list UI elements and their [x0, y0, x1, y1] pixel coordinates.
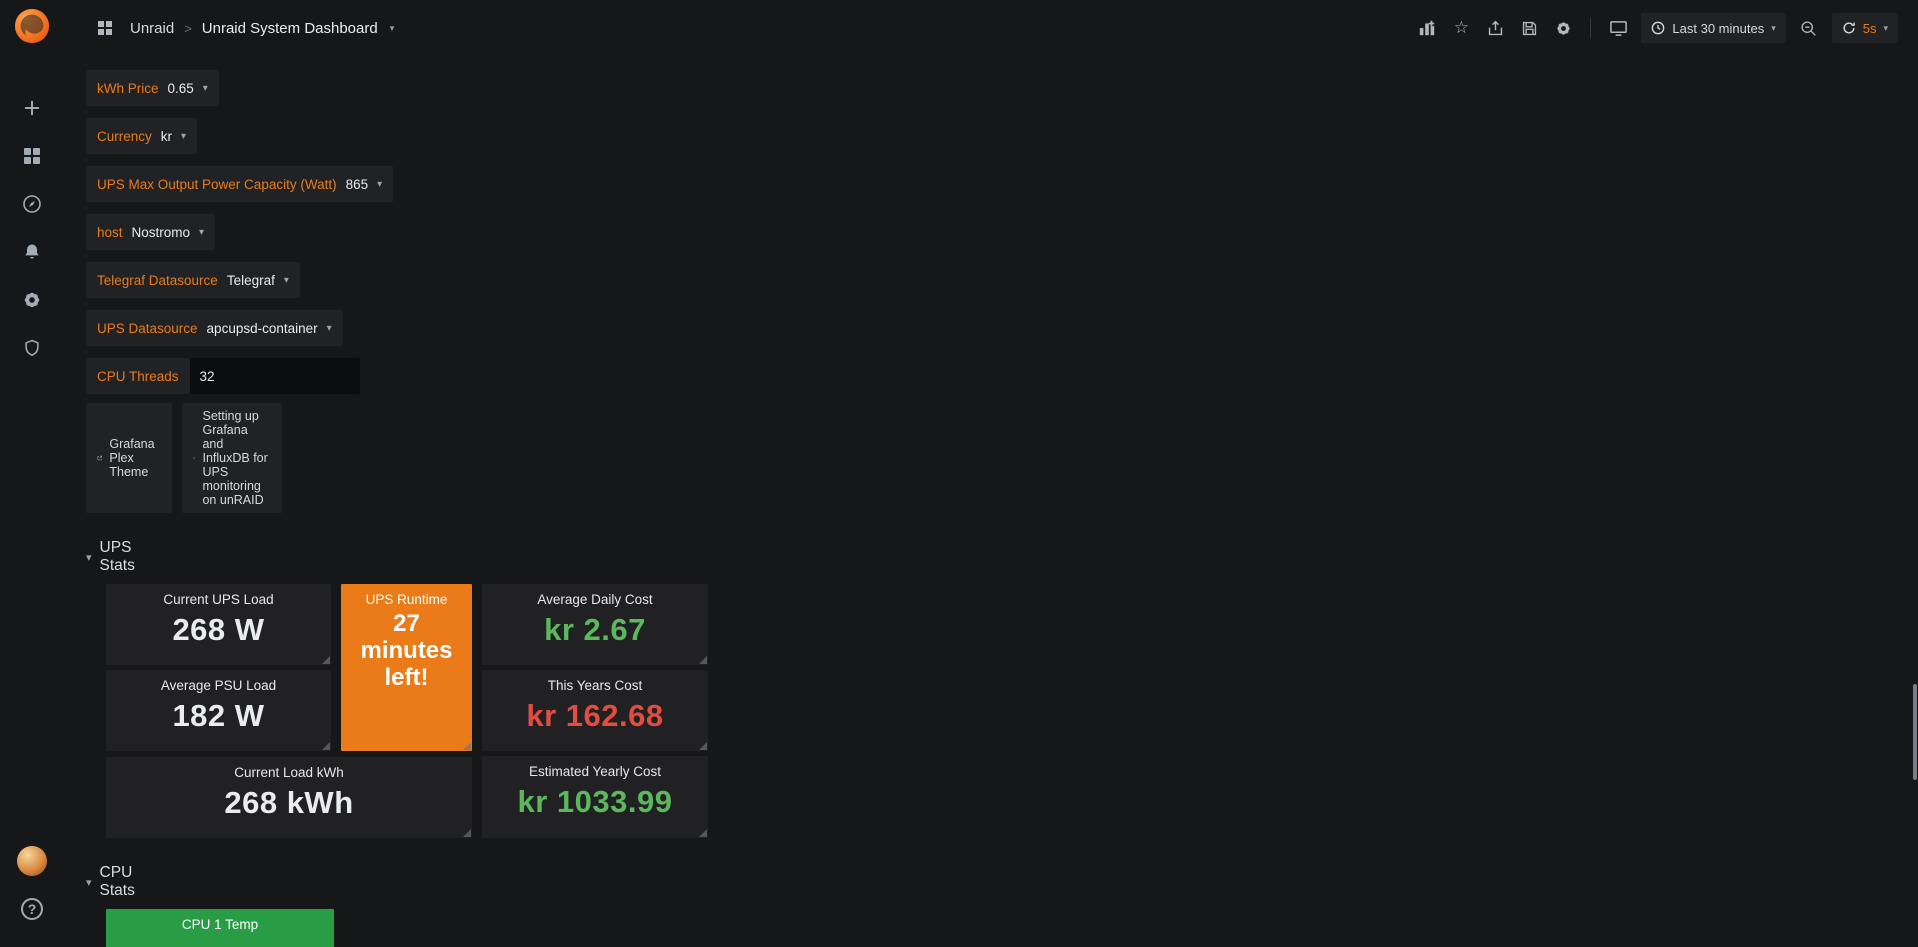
- dashboards-icon[interactable]: [8, 132, 56, 180]
- panel-this-years-cost: This Years Cost kr 162.68: [482, 670, 708, 751]
- variable-cpu-threads: CPU Threads: [86, 358, 360, 394]
- panel-resize-handle[interactable]: [699, 829, 707, 837]
- variable-ups-datasource[interactable]: UPS Datasource apcupsd-container ▾: [86, 310, 343, 346]
- stat-value: kr 1033.99: [518, 784, 673, 820]
- settings-gear-icon[interactable]: [1548, 13, 1578, 43]
- refresh-icon: [1842, 21, 1856, 35]
- refresh-picker[interactable]: 5s ▾: [1832, 13, 1898, 43]
- ups-mid-column: Current UPS Load 268 W Average PSU Load …: [106, 584, 472, 838]
- cycle-view-monitor-icon[interactable]: [1603, 13, 1633, 43]
- refresh-interval-label: 5s: [1863, 21, 1877, 36]
- link-grafana-plex-theme[interactable]: Grafana Plex Theme: [86, 403, 172, 513]
- chevron-down-icon: ▾: [377, 179, 382, 190]
- panel-resize-handle[interactable]: [322, 742, 330, 750]
- breadcrumb: Unraid > Unraid System Dashboard ▾: [90, 13, 394, 43]
- panel-title[interactable]: This Years Cost: [548, 678, 643, 693]
- chevron-down-icon: ▾: [181, 131, 186, 142]
- sidebar: ?: [0, 0, 64, 947]
- panel-title[interactable]: Average PSU Load: [161, 678, 276, 693]
- top-navbar: Unraid > Unraid System Dashboard ▾ ☆: [64, 0, 1918, 56]
- chevron-down-icon: ▾: [327, 323, 332, 334]
- link-ups-monitoring-guide[interactable]: Setting up Grafana and InfluxDB for UPS …: [182, 403, 281, 513]
- divider: [1590, 18, 1591, 38]
- chevron-down-icon: ▾: [199, 227, 204, 238]
- stat-value: 182 W: [172, 698, 264, 734]
- time-range-label: Last 30 minutes: [1672, 21, 1764, 36]
- server-admin-shield-icon[interactable]: [8, 324, 56, 372]
- panel-ups-runtime: UPS Runtime 27 minutes left!: [341, 584, 472, 751]
- dashboard-title[interactable]: Unraid System Dashboard: [202, 20, 378, 37]
- panel-current-ups-load: Current UPS Load 268 W: [106, 584, 331, 665]
- breadcrumb-separator: >: [184, 21, 192, 36]
- stat-value: 27 minutes left!: [341, 611, 472, 692]
- variable-kwh-price[interactable]: kWh Price 0.65 ▾: [86, 70, 219, 106]
- panel-resize-handle[interactable]: [699, 742, 707, 750]
- panel-resize-handle[interactable]: [463, 829, 471, 837]
- page-scrollbar[interactable]: [1913, 684, 1917, 780]
- panel-title[interactable]: UPS Runtime: [366, 592, 448, 607]
- variable-currency[interactable]: Currency kr ▾: [86, 118, 197, 154]
- panel-resize-handle[interactable]: [699, 656, 707, 664]
- panel-title[interactable]: Current Load kWh: [234, 765, 344, 780]
- grafana-logo[interactable]: [13, 7, 51, 50]
- variable-host[interactable]: host Nostromo ▾: [86, 214, 215, 250]
- apps-grid-icon[interactable]: [90, 13, 120, 43]
- stat-value: 268 W: [172, 612, 264, 648]
- panel-estimated-yearly-cost: Estimated Yearly Cost kr 1033.99: [482, 756, 708, 838]
- add-panel-icon[interactable]: [1412, 13, 1442, 43]
- alerting-bell-icon[interactable]: [8, 228, 56, 276]
- external-link-icon: [97, 452, 102, 464]
- cpu-temps-column: CPU 1 Temp 41.8 °C CPU 2 Temp 44.4 °C: [106, 909, 334, 947]
- panel-resize-handle[interactable]: [463, 742, 471, 750]
- ups-costs-column: Average Daily Cost kr 2.67 This Years Co…: [482, 584, 708, 838]
- chevron-down-icon: ▾: [1883, 23, 1888, 34]
- variable-telegraf-datasource[interactable]: Telegraf Datasource Telegraf ▾: [86, 262, 300, 298]
- nav-actions: ☆ Last 30 minutes ▾: [1412, 13, 1902, 43]
- panel-current-load-kwh: Current Load kWh 268 kWh: [106, 757, 472, 838]
- stat-value: kr 162.68: [526, 698, 663, 734]
- panel-average-daily-cost: Average Daily Cost kr 2.67: [482, 584, 708, 665]
- panel-average-psu-load: Average PSU Load 182 W: [106, 670, 331, 751]
- explore-compass-icon[interactable]: [8, 180, 56, 228]
- panel-title[interactable]: Current UPS Load: [163, 592, 273, 607]
- chevron-down-icon: ▾: [86, 876, 92, 889]
- create-plus-icon[interactable]: [8, 84, 56, 132]
- cpu-threads-input[interactable]: [190, 358, 360, 394]
- share-icon[interactable]: [1480, 13, 1510, 43]
- panel-cpu1-temp: CPU 1 Temp 41.8 °C: [106, 909, 334, 947]
- panel-resize-handle[interactable]: [322, 656, 330, 664]
- stat-value: 268 kWh: [224, 785, 353, 821]
- variable-ups-max-power[interactable]: UPS Max Output Power Capacity (Watt) 865…: [86, 166, 393, 202]
- zoom-out-icon[interactable]: [1794, 13, 1824, 43]
- time-range-picker[interactable]: Last 30 minutes ▾: [1641, 13, 1785, 43]
- chevron-down-icon: ▾: [1771, 23, 1776, 34]
- chevron-down-icon: ▾: [203, 83, 208, 94]
- chevron-down-icon[interactable]: ▾: [390, 23, 395, 34]
- save-icon[interactable]: [1514, 13, 1544, 43]
- configuration-gear-icon[interactable]: [8, 276, 56, 324]
- user-avatar[interactable]: [8, 837, 56, 885]
- help-icon[interactable]: ?: [8, 885, 56, 933]
- panel-title[interactable]: Estimated Yearly Cost: [529, 764, 661, 779]
- breadcrumb-team[interactable]: Unraid: [130, 20, 174, 37]
- panel-title[interactable]: Average Daily Cost: [537, 592, 652, 607]
- avatar: [17, 846, 47, 876]
- chevron-down-icon: ▾: [86, 551, 92, 564]
- stat-value: kr 2.67: [544, 612, 646, 648]
- chevron-down-icon: ▾: [284, 275, 289, 286]
- external-link-icon: [193, 452, 195, 464]
- clock-icon: [1651, 21, 1665, 35]
- star-icon[interactable]: ☆: [1446, 13, 1476, 43]
- panel-title[interactable]: CPU 1 Temp: [182, 917, 258, 932]
